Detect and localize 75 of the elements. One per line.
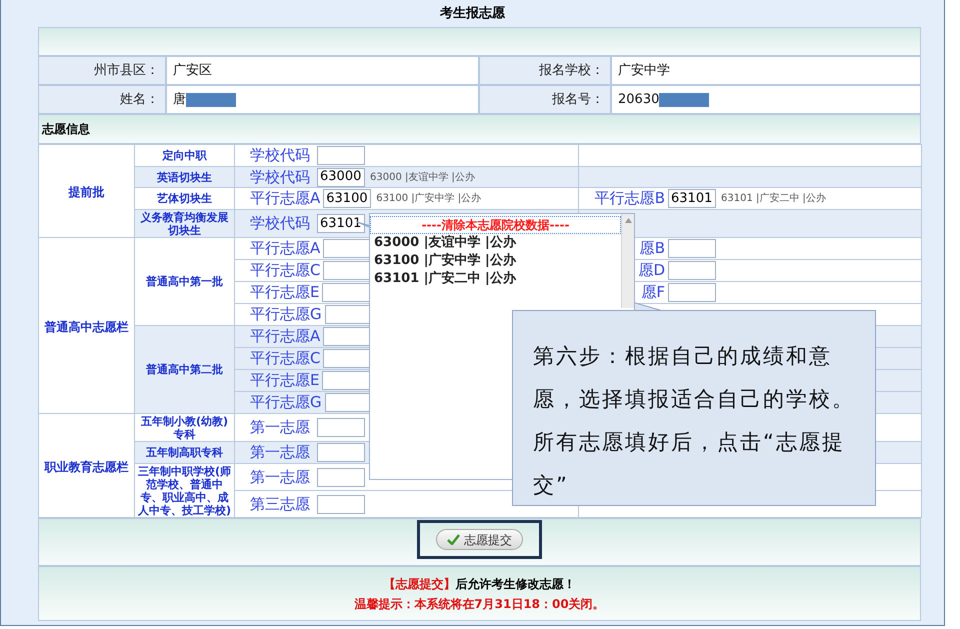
- info-label: 报名号：: [552, 90, 604, 109]
- info-value: 广安中学: [618, 62, 670, 80]
- callout-text: 第六步：根据自己的成绩和意愿，选择填报适合自己的学校。所有志愿填好后，点击“志愿提交”: [533, 343, 855, 499]
- scrollbar[interactable]: [621, 214, 634, 308]
- info-label: 姓名：: [120, 90, 159, 109]
- field-label: 第一志愿: [250, 470, 311, 484]
- field-label: 愿D: [637, 263, 665, 278]
- info-value: 唐: [173, 90, 186, 109]
- info-value: 20630: [618, 90, 660, 109]
- field-label: 平行志愿E: [250, 285, 320, 300]
- school-info: 63100 |广安中学 |公办: [376, 192, 482, 206]
- input-field[interactable]: [317, 494, 365, 514]
- field-label: 学校代码: [250, 216, 311, 231]
- field-label: 平行志愿B: [594, 191, 665, 206]
- submit-button[interactable]: 志愿提交: [436, 529, 523, 550]
- redaction-block: [659, 92, 710, 106]
- input-field[interactable]: 63100: [323, 189, 372, 208]
- field-label: 学校代码: [250, 170, 311, 184]
- group-label: 职业教育志愿栏: [44, 460, 128, 474]
- category-label: 五年制高职专科: [145, 446, 224, 459]
- field-label: 第一志愿: [250, 420, 311, 435]
- field-label: 平行志愿E: [250, 373, 320, 388]
- category-label: 英语切块生: [156, 170, 213, 184]
- school-option[interactable]: 63100 |广安中学 |公办: [370, 252, 621, 270]
- field-label: 平行志愿A: [250, 241, 320, 256]
- category-label: 义务教育均衡发展切块生: [140, 210, 230, 236]
- school-info: 63000 |友谊中学 |公办: [370, 170, 475, 184]
- category-label: 普通高中第一批: [145, 275, 224, 288]
- input-field[interactable]: [668, 261, 716, 280]
- input-field[interactable]: 63000: [317, 168, 365, 186]
- clear-option[interactable]: ----清除本志愿院校数据----: [370, 216, 621, 234]
- tip-text: 温馨提示：本系统将在7月31日18：00关闭。: [354, 596, 605, 612]
- field-label: 平行志愿A: [250, 329, 320, 344]
- input-field[interactable]: [317, 418, 365, 437]
- school-option[interactable]: 63000 |友谊中学 |公办: [370, 234, 621, 252]
- category-label: 定向中职: [161, 149, 208, 162]
- input-field[interactable]: [322, 371, 370, 390]
- input-field[interactable]: [317, 443, 365, 462]
- input-field[interactable]: [323, 349, 372, 368]
- info-value: 广安区: [173, 62, 212, 80]
- input-field[interactable]: [668, 283, 716, 302]
- category-label: 三年制中职学校(师范学校、普通中专、职业高中、成人中专、技工学校): [137, 464, 232, 516]
- field-label: 平行志愿A: [250, 191, 320, 206]
- school-option[interactable]: 63101 |广安二中 |公办: [370, 270, 621, 288]
- category-label: 普通高中第二批: [145, 363, 224, 376]
- category-label: 艺体切块生: [156, 192, 213, 205]
- field-label: 平行志愿G: [250, 395, 322, 410]
- field-label: 第一志愿: [250, 445, 311, 460]
- checkmark-icon: [447, 534, 460, 545]
- category-label: 五年制小教(幼教)专科: [140, 414, 230, 440]
- input-field[interactable]: [317, 468, 365, 486]
- field-label: 第三志愿: [250, 496, 311, 512]
- field-label: 平行志愿C: [250, 351, 320, 366]
- input-field[interactable]: [322, 283, 370, 302]
- input-field[interactable]: [668, 239, 716, 258]
- group-label: 提前批: [68, 185, 104, 199]
- school-info: 63101 |广安二中 |公办: [721, 192, 826, 206]
- input-field[interactable]: 63101: [668, 189, 716, 208]
- notice-text: 【志愿提交】后允许考生修改志愿！: [384, 576, 576, 592]
- page-title: 考生报志愿: [440, 4, 505, 23]
- redaction-block: [186, 92, 236, 106]
- field-label: 愿B: [638, 241, 665, 256]
- field-label: 学校代码: [250, 148, 311, 163]
- info-label: 州市县区：: [94, 62, 159, 80]
- field-label: 愿F: [640, 285, 665, 300]
- field-label: 平行志愿C: [250, 263, 320, 278]
- group-label: 普通高中志愿栏: [44, 320, 128, 334]
- input-field[interactable]: [323, 261, 372, 280]
- input-field[interactable]: [323, 239, 372, 258]
- input-field[interactable]: [317, 146, 365, 165]
- section-title: 志愿信息: [42, 121, 90, 138]
- info-label: 报名学校：: [539, 62, 604, 80]
- input-field[interactable]: [323, 327, 372, 346]
- input-field[interactable]: 63101: [317, 214, 365, 233]
- field-label: 平行志愿G: [250, 307, 322, 322]
